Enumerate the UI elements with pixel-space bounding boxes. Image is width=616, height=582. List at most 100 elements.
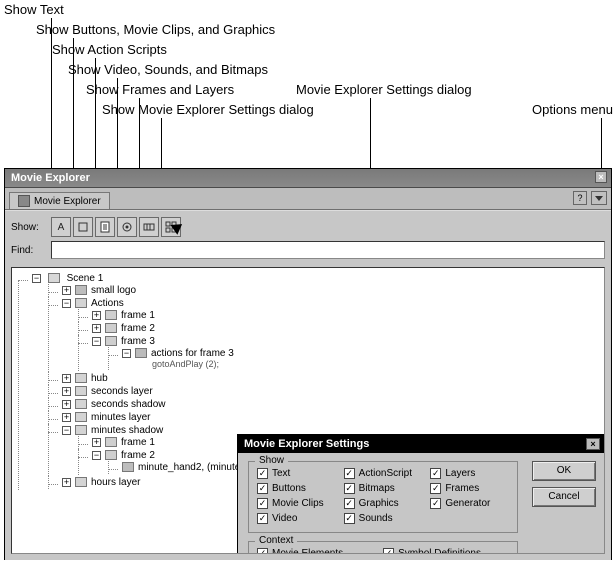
tree-item[interactable]: +seconds shadow (48, 398, 602, 411)
expand-icon[interactable]: + (62, 286, 71, 295)
tree-item[interactable]: +frame 2 (78, 322, 602, 335)
action-icon (135, 348, 147, 358)
tree-item[interactable]: − Actions + frame 1 +frame 2 −frame 3 −act… (48, 297, 602, 372)
collapse-icon[interactable]: − (92, 337, 101, 346)
chk-layers[interactable]: Layers (430, 468, 509, 479)
dialog-titlebar[interactable]: Movie Explorer Settings × (238, 435, 605, 453)
expand-icon[interactable]: + (62, 478, 71, 487)
frame-icon (105, 450, 117, 460)
chk-label: Movie Clips (272, 498, 324, 509)
checkbox-icon (430, 483, 441, 494)
checkbox-icon (430, 498, 441, 509)
chk-bitmaps[interactable]: Bitmaps (344, 483, 423, 494)
layer-icon (75, 477, 87, 487)
checkbox-icon (344, 483, 355, 494)
expand-icon[interactable]: + (62, 387, 71, 396)
tree-label: small logo (91, 285, 136, 296)
dialog-close-icon[interactable]: × (586, 438, 600, 450)
callout-options-menu: Options menu (532, 102, 613, 117)
tree-item[interactable]: +hub (48, 372, 602, 385)
chk-sounds[interactable]: Sounds (344, 513, 423, 524)
movie-explorer-icon (18, 195, 30, 207)
tree-item[interactable]: +minutes layer (48, 411, 602, 424)
tab-label: Movie Explorer (34, 196, 101, 207)
collapse-icon[interactable]: − (92, 451, 101, 460)
square-icon (77, 221, 89, 233)
show-toolbar: A (51, 217, 181, 237)
show-label: Show: (11, 222, 45, 233)
show-buttons-button[interactable] (73, 217, 93, 237)
chk-video[interactable]: Video (257, 513, 336, 524)
chk-label: Bitmaps (359, 483, 395, 494)
checkbox-icon (257, 513, 268, 524)
show-video-button[interactable] (117, 217, 137, 237)
collapse-icon[interactable]: − (62, 426, 71, 435)
cancel-button[interactable]: Cancel (532, 487, 596, 507)
chk-graphics[interactable]: Graphics (344, 498, 423, 509)
panel-titlebar[interactable]: Movie Explorer × (5, 169, 611, 188)
expand-icon[interactable]: + (62, 374, 71, 383)
callout-show-settings: Show Movie Explorer Settings dialog (102, 102, 314, 117)
show-settings-button[interactable] (161, 217, 181, 237)
frames-icon (143, 221, 155, 233)
chk-movie-elements[interactable]: Movie Elements (257, 548, 343, 554)
ok-button[interactable]: OK (532, 461, 596, 481)
chk-generator[interactable]: Generator (430, 498, 509, 509)
chk-symbol-defs[interactable]: Symbol Definitions (383, 548, 481, 554)
callout-show-actions: Show Action Scripts (52, 42, 167, 57)
media-icon (121, 221, 133, 233)
clip-icon (122, 462, 134, 472)
scene-icon (48, 273, 60, 283)
chk-frames[interactable]: Frames (430, 483, 509, 494)
expand-icon[interactable]: + (62, 400, 71, 409)
chk-label: Movie Elements (272, 548, 343, 554)
checkbox-icon (344, 468, 355, 479)
chk-text[interactable]: Text (257, 468, 336, 479)
context-group-label: Context (255, 535, 297, 546)
tree-item[interactable]: + small logo (48, 284, 602, 297)
chk-buttons[interactable]: Buttons (257, 483, 336, 494)
show-frames-button[interactable] (139, 217, 159, 237)
show-group-label: Show (255, 455, 288, 466)
find-input[interactable] (51, 241, 605, 259)
tree-item[interactable]: + frame 1 (78, 309, 602, 322)
show-actions-button[interactable] (95, 217, 115, 237)
panel-help-button[interactable]: ? (573, 191, 587, 205)
tree-label: frame 1 (121, 437, 155, 448)
panel-title-text: Movie Explorer (11, 172, 90, 184)
chk-actionscript[interactable]: ActionScript (344, 468, 423, 479)
collapse-icon[interactable]: − (62, 299, 71, 308)
chk-label: Layers (445, 468, 475, 479)
tree-label: hours layer (91, 477, 140, 488)
chk-label: Text (272, 468, 290, 479)
layer-icon (75, 386, 87, 396)
expand-icon[interactable]: + (92, 438, 101, 447)
panel-close-icon[interactable]: × (595, 171, 607, 183)
expand-icon[interactable]: + (92, 324, 101, 333)
chk-label: Generator (445, 498, 490, 509)
tree-view[interactable]: − Scene 1 +small logo −Actions +frame 1 … (11, 267, 605, 554)
frame-icon (105, 323, 117, 333)
layer-icon (75, 399, 87, 409)
frame-icon (105, 437, 117, 447)
tree-label: frame 2 (121, 450, 155, 461)
tab-movie-explorer[interactable]: Movie Explorer (9, 192, 110, 209)
show-text-button[interactable]: A (51, 217, 71, 237)
tree-item[interactable]: +seconds layer (48, 385, 602, 398)
tree-label: Actions (91, 298, 124, 309)
expand-icon[interactable]: + (92, 311, 101, 320)
expand-icon[interactable]: + (62, 413, 71, 422)
checkbox-icon (430, 468, 441, 479)
callout-show-frames: Show Frames and Layers (86, 82, 234, 97)
panel-options-menu-button[interactable] (591, 191, 607, 205)
collapse-icon[interactable]: − (122, 349, 131, 358)
collapse-icon[interactable]: − (32, 274, 41, 283)
chk-movieclips[interactable]: Movie Clips (257, 498, 336, 509)
tree-item[interactable]: −actions for frame 3 gotoAndPlay (2); (108, 347, 602, 370)
chk-label: Video (272, 513, 297, 524)
tree-item[interactable]: −frame 3 −actions for frame 3 gotoAndPla… (78, 335, 602, 371)
frame-icon (105, 336, 117, 346)
tree-label: frame 1 (121, 310, 155, 321)
chk-label: Graphics (359, 498, 399, 509)
movie-explorer-settings-dialog: Movie Explorer Settings × OK Cancel Show… (237, 434, 605, 554)
